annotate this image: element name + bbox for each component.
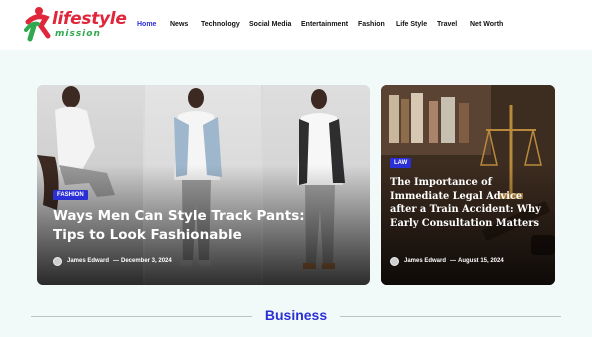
meta-separator: —: [113, 258, 119, 264]
section-title-business[interactable]: Business: [256, 305, 336, 325]
nav-item-travel[interactable]: Travel: [437, 19, 457, 31]
main-nav: Home News Technology Social Media Entert…: [0, 19, 592, 31]
side-article-card[interactable]: LAW The Importance of Immediate Legal Ad…: [381, 85, 555, 285]
nav-item-news[interactable]: News: [170, 19, 188, 31]
author-avatar: [390, 257, 399, 266]
side-article-title[interactable]: The Importance of Immediate Legal Advice…: [390, 176, 550, 230]
section-divider-right: [340, 316, 561, 317]
nav-item-net-worth[interactable]: Net Worth: [470, 19, 503, 31]
nav-item-technology[interactable]: Technology: [201, 19, 240, 31]
category-badge-law[interactable]: LAW: [390, 158, 412, 168]
meta-separator: —: [450, 258, 456, 264]
featured-article-card[interactable]: FASHION Ways Men Can Style Track Pants: …: [37, 85, 370, 285]
category-badge-fashion[interactable]: FASHION: [53, 190, 88, 200]
site-header: lifestyle mission Home News Technology S…: [0, 0, 592, 50]
nav-item-entertainment[interactable]: Entertainment: [301, 19, 348, 31]
author-name[interactable]: James Edward: [67, 257, 109, 266]
side-article-meta: James Edward — August 15, 2024: [390, 257, 550, 267]
author-name[interactable]: James Edward: [404, 257, 446, 266]
author-avatar: [53, 257, 62, 266]
nav-item-home[interactable]: Home: [137, 19, 156, 31]
nav-item-life-style[interactable]: Life Style: [396, 19, 427, 31]
section-divider-left: [31, 316, 252, 317]
nav-item-social-media[interactable]: Social Media: [249, 19, 291, 31]
article-date: December 3, 2024: [121, 258, 172, 264]
article-meta: James Edward — December 3, 2024: [53, 257, 253, 267]
featured-article-title[interactable]: Ways Men Can Style Track Pants: Tips to …: [53, 207, 313, 245]
article-date: August 15, 2024: [458, 258, 504, 264]
nav-item-fashion[interactable]: Fashion: [358, 19, 385, 31]
